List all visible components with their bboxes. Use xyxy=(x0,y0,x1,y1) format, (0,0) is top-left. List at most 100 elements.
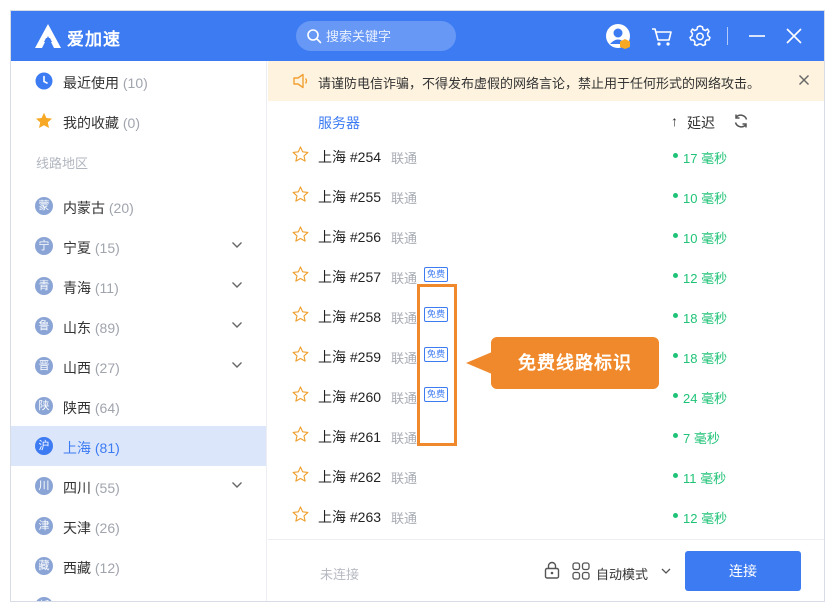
connect-button[interactable]: 连接 xyxy=(685,551,801,591)
server-name: 上海 #262 xyxy=(318,469,382,485)
cart-icon[interactable] xyxy=(649,23,675,49)
chevron-down-icon[interactable] xyxy=(231,600,243,602)
avatar-icon[interactable] xyxy=(606,23,632,49)
region-count: (81) xyxy=(94,440,120,456)
sidebar-region-item[interactable]: 津天津 (26) xyxy=(11,506,266,546)
favorite-star-icon[interactable] xyxy=(292,346,309,363)
sidebar-region-item[interactable]: 蒙内蒙古 (20) xyxy=(11,186,266,226)
latency-dot-icon xyxy=(673,273,678,278)
server-latency: 12 毫秒 xyxy=(683,511,728,526)
sidebar-item-label: 最近使用 xyxy=(63,75,119,91)
server-latency: 10 毫秒 xyxy=(683,231,728,246)
sidebar-region-item[interactable]: 青青海 (11) xyxy=(11,266,266,306)
section-label-regions: 线路地区 xyxy=(36,156,89,171)
favorite-star-icon[interactable] xyxy=(292,186,309,203)
favorite-star-icon[interactable] xyxy=(292,146,309,163)
server-row[interactable]: 上海 #263 联通 12 毫秒 xyxy=(268,495,824,535)
latency-dot-icon xyxy=(673,513,678,518)
server-latency: 24 毫秒 xyxy=(683,391,728,406)
region-badge-icon: 藏 xyxy=(35,557,53,575)
server-isp: 联通 xyxy=(391,311,418,326)
sidebar-item-recent[interactable]: 最近使用 (10) xyxy=(11,61,266,101)
server-isp: 联通 xyxy=(391,191,418,206)
minimize-icon[interactable] xyxy=(744,23,770,49)
app-name: 爱加速 xyxy=(67,30,121,49)
search-icon xyxy=(307,29,322,44)
server-row[interactable]: 上海 #256 联通 10 毫秒 xyxy=(268,215,824,255)
notice-bar: 请谨防电信诈骗，不得发布虚假的网络言论，禁止用于任何形式的网络攻击。 xyxy=(268,61,824,101)
app-logo-icon xyxy=(35,24,61,48)
close-icon[interactable] xyxy=(781,23,807,49)
latency-dot-icon xyxy=(673,433,678,438)
server-isp: 联通 xyxy=(391,271,418,286)
server-row[interactable]: 上海 #262 联通 11 毫秒 xyxy=(268,455,824,495)
chevron-down-icon[interactable] xyxy=(231,480,243,490)
free-badge: 免费 xyxy=(424,267,448,282)
title-separator xyxy=(727,27,728,45)
sidebar-region-item[interactable]: 川四川 (55) xyxy=(11,466,266,506)
footer-bar: 未连接 自动模式 连接 xyxy=(268,539,824,601)
region-name: 青海 xyxy=(63,280,91,296)
sidebar-item-count: (0) xyxy=(122,115,141,131)
sidebar-region-item[interactable]: 新新疆 (34) xyxy=(11,586,266,602)
column-header-latency[interactable]: 延迟 xyxy=(687,113,715,133)
search-input[interactable] xyxy=(326,27,446,45)
region-name: 内蒙古 xyxy=(63,200,105,216)
gear-icon[interactable] xyxy=(687,23,713,49)
region-badge-icon: 津 xyxy=(35,517,53,535)
annotation-callout: 免费线路标识 xyxy=(491,337,659,389)
region-count: (55) xyxy=(94,480,120,496)
favorite-star-icon[interactable] xyxy=(292,306,309,323)
title-bar: 爱加速 xyxy=(11,11,824,61)
server-latency: 18 毫秒 xyxy=(683,351,728,366)
favorite-star-icon[interactable] xyxy=(292,466,309,483)
favorite-star-icon[interactable] xyxy=(292,506,309,523)
chevron-down-icon[interactable] xyxy=(231,280,243,290)
sidebar-region-item[interactable]: 沪上海 (81) xyxy=(11,426,266,466)
region-count: (34) xyxy=(95,600,120,601)
search-box[interactable] xyxy=(296,21,456,51)
region-count: (26) xyxy=(94,520,120,536)
sidebar-region-item[interactable]: 藏西藏 (12) xyxy=(11,546,266,586)
sidebar-region-item[interactable]: 陕陕西 (64) xyxy=(11,386,266,426)
server-latency: 12 毫秒 xyxy=(683,271,728,286)
server-list-header: 服务器 ↑ 延迟 xyxy=(268,101,824,141)
region-badge-icon: 宁 xyxy=(35,237,53,255)
close-icon[interactable] xyxy=(798,74,810,86)
server-row[interactable]: 上海 #254 联通 17 毫秒 xyxy=(268,141,824,175)
mode-dropdown[interactable]: 自动模式 xyxy=(596,564,648,583)
favorite-star-icon[interactable] xyxy=(292,226,309,243)
column-header-server[interactable]: 服务器 xyxy=(318,113,360,133)
server-row[interactable]: 上海 #255 联通 10 毫秒 xyxy=(268,175,824,215)
chevron-down-icon[interactable] xyxy=(231,240,243,250)
refresh-icon[interactable] xyxy=(733,113,749,129)
sort-arrow-icon[interactable]: ↑ xyxy=(671,113,678,129)
server-isp: 联通 xyxy=(391,471,418,486)
sidebar-item-favorites[interactable]: 我的收藏 (0) xyxy=(11,101,266,141)
server-latency: 18 毫秒 xyxy=(683,311,728,326)
sidebar-region-item[interactable]: 宁宁夏 (15) xyxy=(11,226,266,266)
server-row[interactable]: 上海 #258 联通 免费 18 毫秒 xyxy=(268,295,824,335)
sidebar-region-item[interactable]: 鲁山东 (89) xyxy=(11,306,266,346)
favorite-star-icon[interactable] xyxy=(292,426,309,443)
server-isp: 联通 xyxy=(391,511,418,526)
chevron-down-icon[interactable] xyxy=(231,320,243,330)
region-name: 山东 xyxy=(63,320,91,336)
region-count: (89) xyxy=(94,320,120,336)
sidebar-item-label: 我的收藏 xyxy=(63,115,119,131)
chevron-down-icon[interactable] xyxy=(231,360,243,370)
sidebar-item-count: (10) xyxy=(122,75,148,91)
server-row[interactable]: 上海 #257 联通 免费 12 毫秒 xyxy=(268,255,824,295)
grid-mode-icon[interactable] xyxy=(572,562,590,580)
region-name: 新疆 xyxy=(63,600,91,601)
region-badge-icon: 晋 xyxy=(35,357,53,375)
sidebar-region-item[interactable]: 晋山西 (27) xyxy=(11,346,266,386)
chevron-down-icon[interactable] xyxy=(661,567,671,575)
region-badge-icon: 鲁 xyxy=(35,317,53,335)
favorite-star-icon[interactable] xyxy=(292,266,309,283)
region-name: 陕西 xyxy=(63,400,91,416)
region-count: (20) xyxy=(108,200,134,216)
lock-icon[interactable] xyxy=(544,561,560,579)
favorite-star-icon[interactable] xyxy=(292,386,309,403)
server-row[interactable]: 上海 #261 联通 7 毫秒 xyxy=(268,415,824,455)
